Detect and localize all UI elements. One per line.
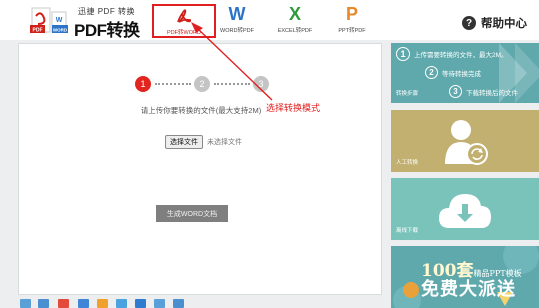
- step-text: 下载转换后的文件: [466, 89, 518, 97]
- share-icon[interactable]: [20, 299, 31, 308]
- ad-tagline: 免费大派送: [421, 279, 516, 300]
- share-icon[interactable]: [135, 299, 146, 308]
- step-text: 等待转换完成: [442, 70, 481, 78]
- steps-item-1: 1 上传需要转换的文件，最大2M。: [396, 47, 508, 61]
- ppt-template-ad-banner[interactable]: 100套精品PPT模板 免费大派送: [391, 246, 539, 308]
- cloud-download-icon: [439, 194, 491, 228]
- offline-download-tile[interactable]: 离线下载: [391, 178, 539, 240]
- manual-conversion-label: 人工转换: [396, 160, 419, 166]
- annotation-label: 选择转换模式: [266, 103, 321, 113]
- steps-item-3: 3 下载转换后的文件: [449, 85, 518, 98]
- manual-conversion-tile[interactable]: 人工转换: [391, 110, 539, 172]
- conversion-steps-panel: 1 上传需要转换的文件，最大2M。 2 等待转换完成 3 下载转换后的文件 转换…: [391, 43, 539, 103]
- step-number: 3: [449, 85, 462, 98]
- chevron-decoration-icon: [515, 43, 539, 103]
- share-icon[interactable]: [38, 299, 49, 308]
- share-icon[interactable]: [58, 299, 69, 308]
- step-number: 2: [425, 66, 438, 79]
- share-icon[interactable]: [173, 299, 184, 308]
- share-icon[interactable]: [78, 299, 89, 308]
- person-refresh-icon: [445, 120, 488, 165]
- steps-item-2: 2 等待转换完成: [425, 66, 481, 79]
- steps-title: 转换步骤: [396, 91, 419, 97]
- share-icon[interactable]: [154, 299, 165, 308]
- step-text: 上传需要转换的文件，最大2M。: [414, 52, 508, 59]
- step-number: 1: [396, 47, 410, 61]
- share-icon[interactable]: [97, 299, 108, 308]
- offline-download-label: 离线下载: [396, 228, 419, 234]
- share-icon[interactable]: [116, 299, 127, 308]
